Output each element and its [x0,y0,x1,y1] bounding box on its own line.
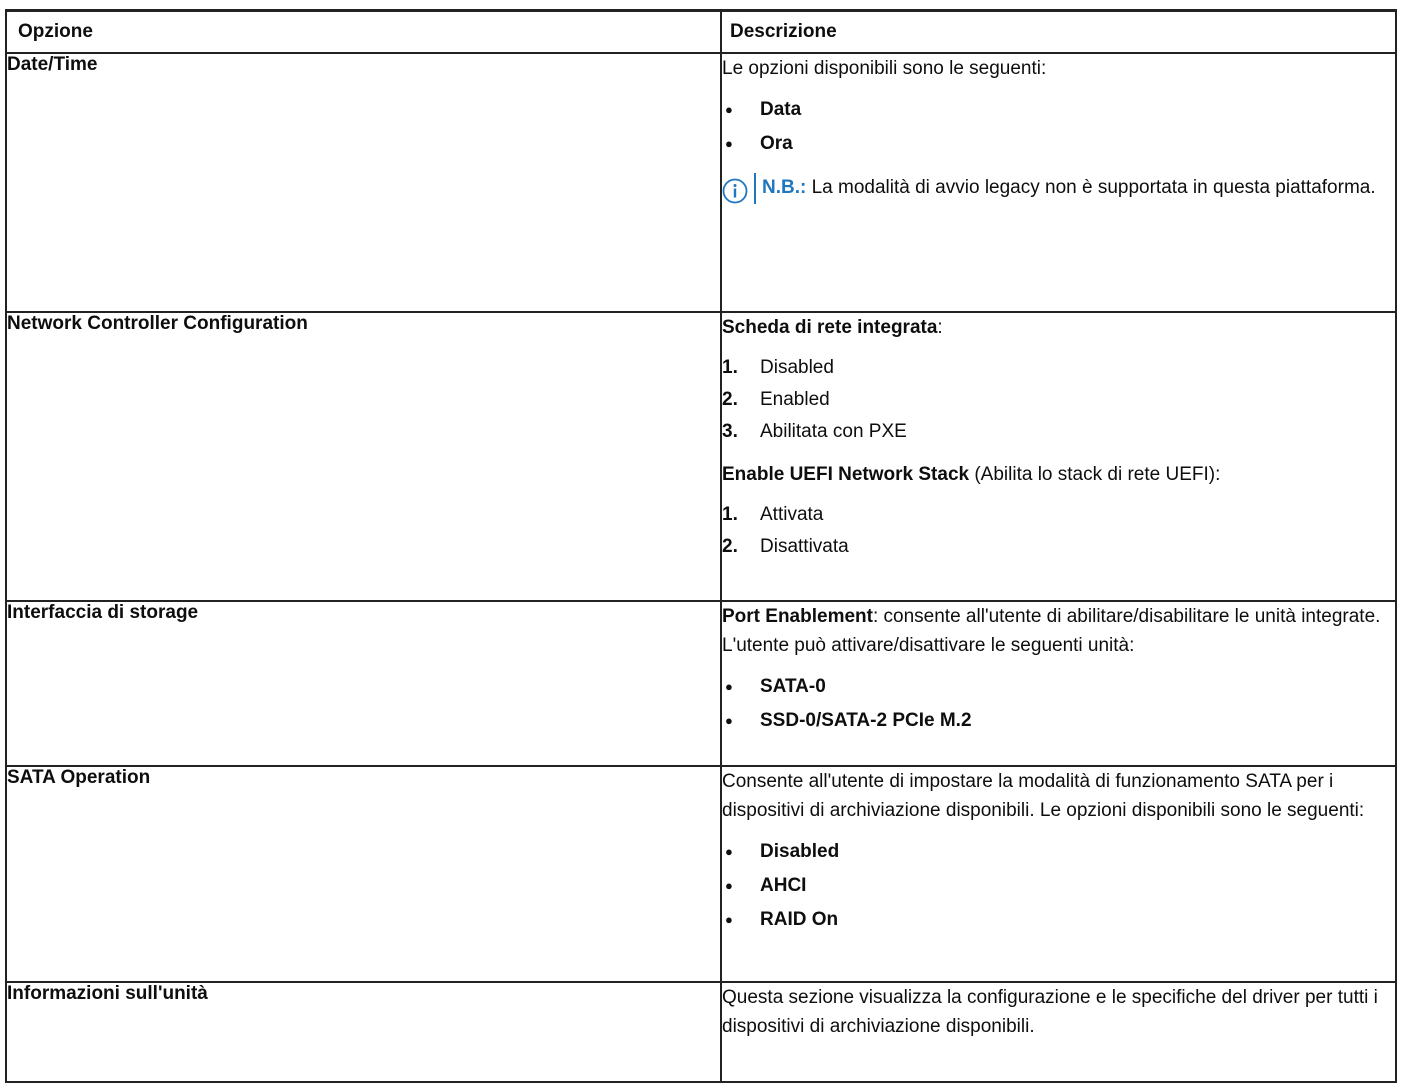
bullet-list: Data Ora [722,93,1395,161]
list-item: SSD-0/SATA-2 PCIe M.2 [722,704,1395,738]
description-intro: Questa sezione visualizza la configurazi… [722,987,1378,1037]
list-item-label: Disattivata [760,536,849,557]
description-cell: Scheda di rete integrata: 1. Disabled 2. E… [720,311,1397,602]
list-item: RAID On [722,903,1395,937]
bullet-list: Disabled AHCI RAID On [722,835,1395,937]
list-item: SATA-0 [722,670,1395,704]
list-item: Disabled [722,835,1395,869]
option-cell: Date/Time [5,52,722,313]
list-item-label: Abilitata con PXE [760,421,907,442]
numbered-list: 1. Disabled 2. Enabled 3. Abilitata con PXE [722,352,1395,448]
table-row: Date/Time Le opzioni disponibili sono le… [5,52,1397,313]
intro-bold-text: Port Enablement [722,606,873,627]
list-item-label: Attivata [760,504,824,525]
list-number: 1. [722,504,738,525]
numbered-list: 1. Attivata 2. Disattivata [722,499,1395,563]
note-text: N.B.: La modalità di avvio legacy non è … [754,173,1376,204]
note-box: N.B.: La modalità di avvio legacy non è … [722,173,1395,204]
table-row: Interfaccia di storage Port Enablement: … [5,600,1397,767]
option-cell: Network Controller Configuration [5,311,722,602]
description-cell: Le opzioni disponibili sono le seguenti:… [720,52,1397,313]
heading-bold-text: Enable UEFI Network Stack [722,464,970,485]
description-intro: Le opzioni disponibili sono le seguenti: [722,58,1047,79]
heading-rest-text: (Abilita lo stack di rete UEFI): [969,464,1221,485]
info-circle-icon [722,178,748,204]
description-cell: Port Enablement: consente all'utente di … [720,600,1397,767]
bullet-list: SATA-0 SSD-0/SATA-2 PCIe M.2 [722,670,1395,738]
list-item: Ora [722,127,1395,161]
option-cell: Informazioni sull'unità [5,981,722,1083]
note-body: La modalità di avvio legacy non è suppor… [806,177,1376,198]
option-cell: SATA Operation [5,765,722,983]
description-cell: Consente all'utente di impostare la moda… [720,765,1397,983]
table-row: Informazioni sull'unità Questa sezione v… [5,981,1397,1083]
list-number: 1. [722,357,738,378]
list-item: 2. Enabled [722,384,1395,416]
list-number: 3. [722,421,738,442]
note-label: N.B.: [762,177,807,198]
list-number: 2. [722,389,738,410]
list-item: 1. Attivata [722,499,1395,531]
heading-bold-text: Scheda di rete integrata [722,317,938,338]
list-item: 3. Abilitata con PXE [722,416,1395,448]
table-row: Network Controller Configuration Scheda … [5,311,1397,602]
list-item-label: Enabled [760,389,830,410]
description-heading: Enable UEFI Network Stack (Abilita lo st… [722,460,1395,489]
option-cell: Interfaccia di storage [5,600,722,767]
description-intro: Consente all'utente di impostare la moda… [722,771,1365,821]
description-cell: Questa sezione visualizza la configurazi… [720,981,1397,1083]
column-header-description: Descrizione [720,9,1397,54]
list-item: 1. Disabled [722,352,1395,384]
bios-options-table: Opzione Descrizione Date/Time Le opzioni… [5,9,1397,1083]
column-header-option: Opzione [5,9,722,54]
list-item-label: Disabled [760,357,834,378]
description-intro: Port Enablement: consente all'utente di … [722,602,1395,660]
heading-rest-text: : [937,317,943,338]
table-header-row: Opzione Descrizione [5,9,1397,54]
description-heading: Scheda di rete integrata: [722,313,1395,342]
table-row: SATA Operation Consente all'utente di im… [5,765,1397,983]
list-item: 2. Disattivata [722,531,1395,563]
list-number: 2. [722,536,738,557]
list-item: Data [722,93,1395,127]
list-item: AHCI [722,869,1395,903]
